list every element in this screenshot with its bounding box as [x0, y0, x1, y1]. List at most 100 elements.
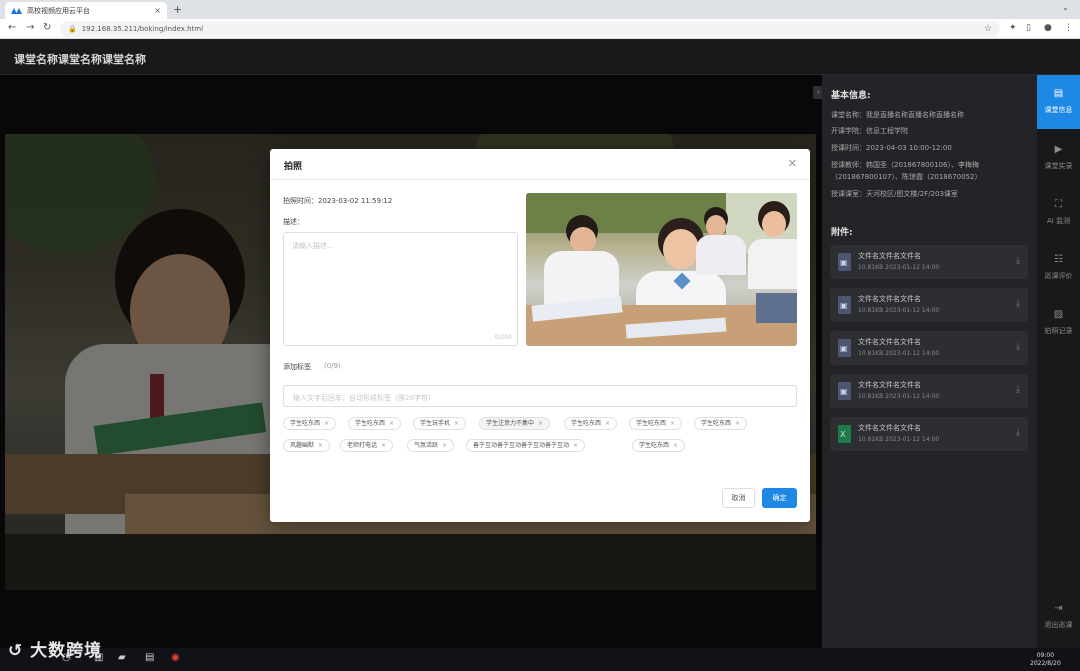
nav-evaluation[interactable]: ☷ 巡课评价	[1037, 241, 1080, 295]
back-icon[interactable]: ←	[8, 22, 16, 33]
download-icon[interactable]: ⤓	[1016, 428, 1020, 438]
confirm-button[interactable]: 确定	[762, 488, 797, 508]
tag-chip[interactable]: 风趣幽默 ×	[283, 439, 331, 452]
download-icon[interactable]: ⤓	[1016, 299, 1020, 309]
attachment-name: 文件名文件名文件名	[858, 424, 921, 432]
attachment-item[interactable]: X 文件名文件名文件名 10.81KB 2023-01-12 14:00 ⤓	[830, 417, 1028, 451]
site-logo-icon	[11, 7, 23, 14]
tag-chip[interactable]: 善于互动善于互动善于互动善于互动 ×	[466, 439, 586, 452]
cancel-button[interactable]: 取消	[722, 488, 755, 508]
field-teachers: 授课教师：韩国圣（201867800106）、李梅梅（201867800107）…	[831, 161, 982, 181]
tags-label: 添加标签	[283, 363, 311, 371]
tag-remove-icon[interactable]: ×	[442, 442, 447, 449]
exit-icon: ⇥	[1054, 603, 1063, 614]
watermark-logo: ↺ 大数跨境	[8, 641, 103, 661]
forward-icon[interactable]: →	[26, 22, 34, 33]
close-icon[interactable]: ✕	[788, 157, 797, 170]
tag-remove-icon[interactable]: ×	[454, 420, 459, 427]
tag-input[interactable]: 输入文字后回车，自动形成标签（限20字符）	[283, 385, 797, 407]
attachment-name: 文件名文件名文件名	[858, 381, 921, 389]
field-time: 授课时间：2023-04-03 10:00-12:00	[831, 144, 952, 152]
tag-remove-icon[interactable]: ×	[670, 420, 675, 427]
tab-title: 高校视频应用云平台	[27, 6, 90, 15]
attachment-name: 文件名文件名文件名	[858, 252, 921, 260]
tab-search-icon[interactable]: ⌄	[1062, 3, 1069, 12]
new-tab-icon[interactable]: +	[173, 3, 182, 16]
notepad-icon[interactable]: ▤	[145, 652, 154, 663]
tag-chip[interactable]: 学生吃东西 ×	[694, 417, 748, 430]
extensions-icon[interactable]: ✦	[1009, 23, 1017, 33]
checklist-icon: ☷	[1054, 254, 1063, 265]
image-icon: ▨	[1053, 309, 1064, 320]
tag-chip[interactable]: 气氛活跃 ×	[407, 439, 455, 452]
tag-chip[interactable]: 学生吃东西 ×	[632, 439, 686, 452]
tag-chip[interactable]: 学生吃东西 ×	[629, 417, 683, 430]
info-panel: 基本信息: 课堂名称：我是直播名称直播名称直播名称 开课学院：信息工程学院 授课…	[822, 75, 1037, 648]
nav-photo-records[interactable]: ▨ 拍照记录	[1037, 296, 1080, 350]
tag-remove-icon[interactable]: ×	[573, 442, 578, 449]
attachment-meta: 10.81KB 2023-01-12 14:00	[858, 264, 940, 271]
tag-remove-icon[interactable]: ×	[673, 442, 678, 449]
attachment-name: 文件名文件名文件名	[858, 338, 921, 346]
field-course-name: 课堂名称：我是直播名称直播名称直播名称	[831, 111, 964, 119]
nav-ai-monitor[interactable]: ⛶ AI 监测	[1037, 186, 1080, 240]
system-clock: 09:00 2022/8/20	[1030, 652, 1061, 667]
close-tab-icon[interactable]: ×	[154, 6, 161, 15]
menu-icon[interactable]: ⋮	[1064, 23, 1073, 33]
attachment-item[interactable]: ▣ 文件名文件名文件名 10.81KB 2023-01-12 14:00 ⤓	[830, 331, 1028, 365]
nav-exit[interactable]: ⇥ 退出巡课	[1037, 594, 1080, 648]
chrome-icon[interactable]: ◉	[171, 652, 180, 663]
field-classroom: 授课课室：天河校区/图文楼/2F/203课室	[831, 190, 958, 198]
tag-remove-icon[interactable]: ×	[324, 420, 329, 427]
dialog-title: 拍照	[284, 162, 303, 172]
tag-remove-icon[interactable]: ×	[381, 442, 386, 449]
url-text: 192.168.35.211/boking/index.html	[81, 25, 204, 33]
page-title: 课堂名称课堂名称课堂名称	[14, 53, 146, 66]
folder-icon[interactable]: ▰	[118, 652, 126, 663]
attachment-item[interactable]: ▣ 文件名文件名文件名 10.81KB 2023-01-12 14:00 ⤓	[830, 374, 1028, 408]
tag-chip[interactable]: 学生吃东西 ×	[348, 417, 402, 430]
attachments-heading: 附件:	[831, 228, 853, 238]
tags-count: (0/9)	[324, 362, 341, 370]
tag-chip-selected[interactable]: 学生注意力不集中 ×	[479, 417, 551, 430]
download-icon[interactable]: ⤓	[1016, 385, 1020, 395]
image-file-icon: ▣	[838, 382, 851, 400]
attachment-name: 文件名文件名文件名	[858, 295, 921, 303]
photo-dialog: 拍照 ✕ 拍照时间：2023-03-02 11:59:12 描述： 请输入描述.…	[270, 149, 810, 522]
profile-icon[interactable]: ●	[1044, 23, 1052, 33]
attachment-meta: 10.81KB 2023-01-12 14:00	[858, 350, 940, 357]
side-panel-icon[interactable]: ▯	[1026, 23, 1031, 33]
address-bar[interactable]: 🔒 192.168.35.211/boking/index.html ☆	[60, 21, 1000, 37]
bookmark-star-icon[interactable]: ☆	[984, 24, 992, 34]
tag-remove-icon[interactable]: ×	[318, 442, 323, 449]
nav-course-info[interactable]: ▤ 课堂信息	[1037, 75, 1080, 129]
tag-remove-icon[interactable]: ×	[538, 420, 543, 427]
image-file-icon: ▣	[838, 296, 851, 314]
description-textarea[interactable]: 请输入描述... 0/200	[283, 232, 518, 346]
tag-remove-icon[interactable]: ×	[605, 420, 610, 427]
tag-remove-icon[interactable]: ×	[735, 420, 740, 427]
nav-recording[interactable]: ▶ 课堂实录	[1037, 131, 1080, 185]
tag-chip[interactable]: 学生玩手机 ×	[413, 417, 467, 430]
tag-chip[interactable]: 老师打电话 ×	[340, 439, 394, 452]
image-file-icon: ▣	[838, 339, 851, 357]
download-icon[interactable]: ⤓	[1016, 256, 1020, 266]
tag-chip[interactable]: 学生吃东西 ×	[564, 417, 618, 430]
scan-icon: ⛶	[1055, 199, 1062, 210]
document-icon: ▤	[1053, 88, 1064, 99]
browser-toolbar: ← → ↻ 🔒 192.168.35.211/boking/index.html…	[0, 19, 1080, 39]
lock-icon: 🔒	[68, 25, 77, 33]
browser-tab-bar: 高校视频应用云平台 × + ⌄	[0, 0, 1080, 19]
attachment-meta: 10.81KB 2023-01-12 14:00	[858, 436, 940, 443]
excel-file-icon: X	[838, 425, 851, 443]
reload-icon[interactable]: ↻	[43, 22, 51, 33]
photo-time: 拍照时间：2023-03-02 11:59:12	[283, 197, 393, 205]
tag-chip[interactable]: 学生吃东西 ×	[283, 417, 337, 430]
download-icon[interactable]: ⤓	[1016, 342, 1020, 352]
attachment-item[interactable]: ▣ 文件名文件名文件名 10.81KB 2023-01-12 14:00 ⤓	[830, 288, 1028, 322]
desc-label: 描述：	[283, 218, 304, 226]
browser-tab[interactable]: 高校视频应用云平台 ×	[5, 2, 167, 19]
os-taskbar: ◷ ▥ ▰ ▤ ◉	[0, 648, 1080, 671]
tag-remove-icon[interactable]: ×	[389, 420, 394, 427]
attachment-item[interactable]: ▣ 文件名文件名文件名 10.81KB 2023-01-12 14:00 ⤓	[830, 245, 1028, 279]
